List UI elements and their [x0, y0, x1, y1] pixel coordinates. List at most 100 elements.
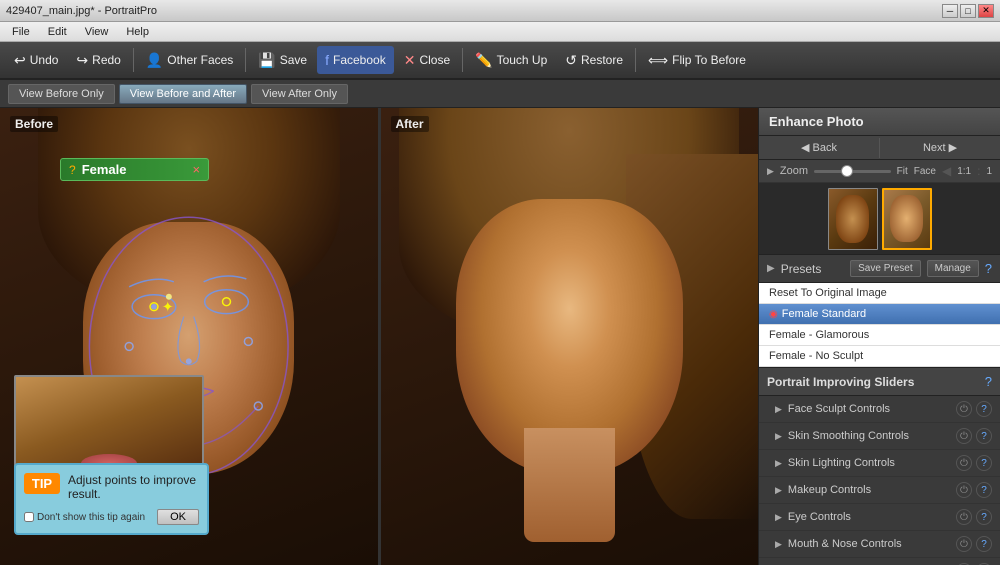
- slider-makeup-power[interactable]: ⏻: [956, 482, 972, 498]
- face-label-close[interactable]: ×: [193, 162, 201, 177]
- other-faces-button[interactable]: 👤 Other Faces: [138, 46, 241, 74]
- close-image-button[interactable]: ✕ Close: [396, 46, 458, 74]
- separator-1: [133, 48, 134, 72]
- view-before-only[interactable]: View Before Only: [8, 84, 115, 104]
- slider-skin-lighting-power[interactable]: ⏻: [956, 455, 972, 471]
- right-panel: Enhance Photo ◀ Back Next ▶ ▶ Zoom Fit F…: [758, 108, 1000, 565]
- tip-ok-button[interactable]: OK: [157, 509, 199, 525]
- next-button[interactable]: Next ▶: [880, 136, 1000, 159]
- slider-makeup-label: Makeup Controls: [788, 484, 956, 496]
- slider-arrow-icon-6: ▶: [775, 539, 782, 550]
- gender-text: Female: [82, 162, 127, 177]
- undo-label: Undo: [30, 53, 59, 67]
- nav-row: ◀ Back Next ▶: [759, 136, 1000, 160]
- close-button[interactable]: ✕: [978, 4, 994, 18]
- save-label: Save: [280, 53, 307, 67]
- menu-file[interactable]: File: [4, 24, 38, 40]
- window-title: 429407_main.jpg* - PortraitPro: [6, 5, 157, 17]
- after-panel: After: [381, 108, 759, 565]
- redo-icon: ↪: [76, 52, 88, 69]
- close-label: Close: [419, 53, 450, 67]
- flip-label: Flip To Before: [672, 53, 746, 67]
- next-arrow-icon: ▶: [949, 141, 957, 154]
- tip-badge: TIP: [24, 473, 60, 494]
- facebook-button[interactable]: f Facebook: [317, 46, 394, 74]
- undo-button[interactable]: ↩ Undo: [6, 46, 66, 74]
- view-before-after[interactable]: View Before and After: [119, 84, 247, 104]
- menu-view[interactable]: View: [77, 24, 117, 40]
- slider-mouth-nose-power[interactable]: ⏻: [956, 536, 972, 552]
- back-button[interactable]: ◀ Back: [759, 136, 879, 159]
- tip-box: TIP Adjust points to improve result. Don…: [14, 463, 209, 535]
- presets-help-icon[interactable]: ?: [985, 261, 992, 276]
- slider-skin-smoothing-power[interactable]: ⏻: [956, 428, 972, 444]
- flip-to-before-button[interactable]: ⟺ Flip To Before: [640, 46, 754, 74]
- slider-skin-lighting-icons: ⏻ ?: [956, 455, 992, 471]
- preset-item-reset[interactable]: Reset To Original Image: [759, 283, 1000, 304]
- back-arrow-icon: ◀: [801, 141, 809, 154]
- presets-arrow-icon: ▶: [767, 263, 775, 274]
- slider-mouth-nose-icons: ⏻ ?: [956, 536, 992, 552]
- zoom-row: ▶ Zoom Fit Face ◀ 1:1 : 1: [759, 160, 1000, 183]
- tip-dont-show-text: Don't show this tip again: [37, 512, 145, 523]
- slider-face-sculpt-icons: ⏻ ?: [956, 401, 992, 417]
- preset-list: Reset To Original Image ◉ Female Standar…: [759, 283, 1000, 368]
- zoom-label: Zoom: [780, 165, 808, 177]
- zoom-ratio-separator: :: [977, 164, 980, 178]
- preset-item-female-standard[interactable]: ◉ Female Standard: [759, 304, 1000, 325]
- save-button[interactable]: 💾 Save: [250, 46, 315, 74]
- thumbnail-area: [759, 183, 1000, 255]
- portrait-sliders-header: Portrait Improving Sliders ?: [759, 368, 1000, 396]
- slider-mouth-nose-help[interactable]: ?: [976, 536, 992, 552]
- slider-face-sculpt-help[interactable]: ?: [976, 401, 992, 417]
- touch-up-label: Touch Up: [497, 53, 548, 67]
- slider-arrow-icon-2: ▶: [775, 431, 782, 442]
- tip-dont-show-checkbox[interactable]: [24, 512, 34, 522]
- zoom-slider[interactable]: [814, 170, 891, 173]
- manage-presets-button[interactable]: Manage: [927, 260, 979, 277]
- menu-help[interactable]: Help: [118, 24, 157, 40]
- slider-hair[interactable]: ▶ Hair Controls ⏻ ?: [759, 558, 1000, 565]
- facebook-icon: f: [325, 52, 329, 68]
- touch-up-button[interactable]: ✏️ Touch Up: [467, 46, 555, 74]
- slider-arrow-icon-5: ▶: [775, 512, 782, 523]
- slider-skin-smoothing[interactable]: ▶ Skin Smoothing Controls ⏻ ?: [759, 423, 1000, 450]
- slider-mouth-nose[interactable]: ▶ Mouth & Nose Controls ⏻ ?: [759, 531, 1000, 558]
- before-label: Before: [10, 116, 58, 132]
- save-preset-button[interactable]: Save Preset: [850, 260, 920, 277]
- tip-header: TIP Adjust points to improve result.: [24, 473, 199, 501]
- separator-3: [462, 48, 463, 72]
- toolbar: ↩ Undo ↪ Redo 👤 Other Faces 💾 Save f Fac…: [0, 42, 1000, 80]
- slider-eye-help[interactable]: ?: [976, 509, 992, 525]
- zoom-slider-thumb[interactable]: [841, 165, 853, 177]
- slider-eye-power[interactable]: ⏻: [956, 509, 972, 525]
- save-icon: 💾: [258, 52, 275, 69]
- slider-skin-lighting-help[interactable]: ?: [976, 455, 992, 471]
- undo-icon: ↩: [14, 52, 26, 69]
- slider-makeup-help[interactable]: ?: [976, 482, 992, 498]
- slider-eye[interactable]: ▶ Eye Controls ⏻ ?: [759, 504, 1000, 531]
- zoom-separator: ◀: [942, 164, 951, 178]
- view-after-only[interactable]: View After Only: [251, 84, 348, 104]
- menu-edit[interactable]: Edit: [40, 24, 75, 40]
- thumbnail-after[interactable]: [882, 188, 932, 250]
- view-bar: View Before Only View Before and After V…: [0, 80, 1000, 108]
- redo-button[interactable]: ↪ Redo: [68, 46, 128, 74]
- slider-makeup[interactable]: ▶ Makeup Controls ⏻ ?: [759, 477, 1000, 504]
- zoom-face-button[interactable]: Face: [914, 166, 936, 177]
- other-faces-label: Other Faces: [167, 53, 233, 67]
- zoom-fit-button[interactable]: Fit: [897, 166, 908, 177]
- minimize-button[interactable]: ─: [942, 4, 958, 18]
- restore-button[interactable]: ↺ Restore: [557, 46, 631, 74]
- slider-face-sculpt-label: Face Sculpt Controls: [788, 403, 956, 415]
- slider-skin-lighting[interactable]: ▶ Skin Lighting Controls ⏻ ?: [759, 450, 1000, 477]
- tip-dont-show-label[interactable]: Don't show this tip again: [24, 512, 145, 523]
- preset-item-no-sculpt[interactable]: Female - No Sculpt: [759, 346, 1000, 367]
- portrait-sliders-help-icon[interactable]: ?: [985, 374, 992, 389]
- maximize-button[interactable]: □: [960, 4, 976, 18]
- slider-face-sculpt-power[interactable]: ⏻: [956, 401, 972, 417]
- preset-item-glamorous[interactable]: Female - Glamorous: [759, 325, 1000, 346]
- slider-face-sculpt[interactable]: ▶ Face Sculpt Controls ⏻ ?: [759, 396, 1000, 423]
- face-gender-label: ? Female ×: [60, 158, 209, 181]
- slider-skin-smoothing-help[interactable]: ?: [976, 428, 992, 444]
